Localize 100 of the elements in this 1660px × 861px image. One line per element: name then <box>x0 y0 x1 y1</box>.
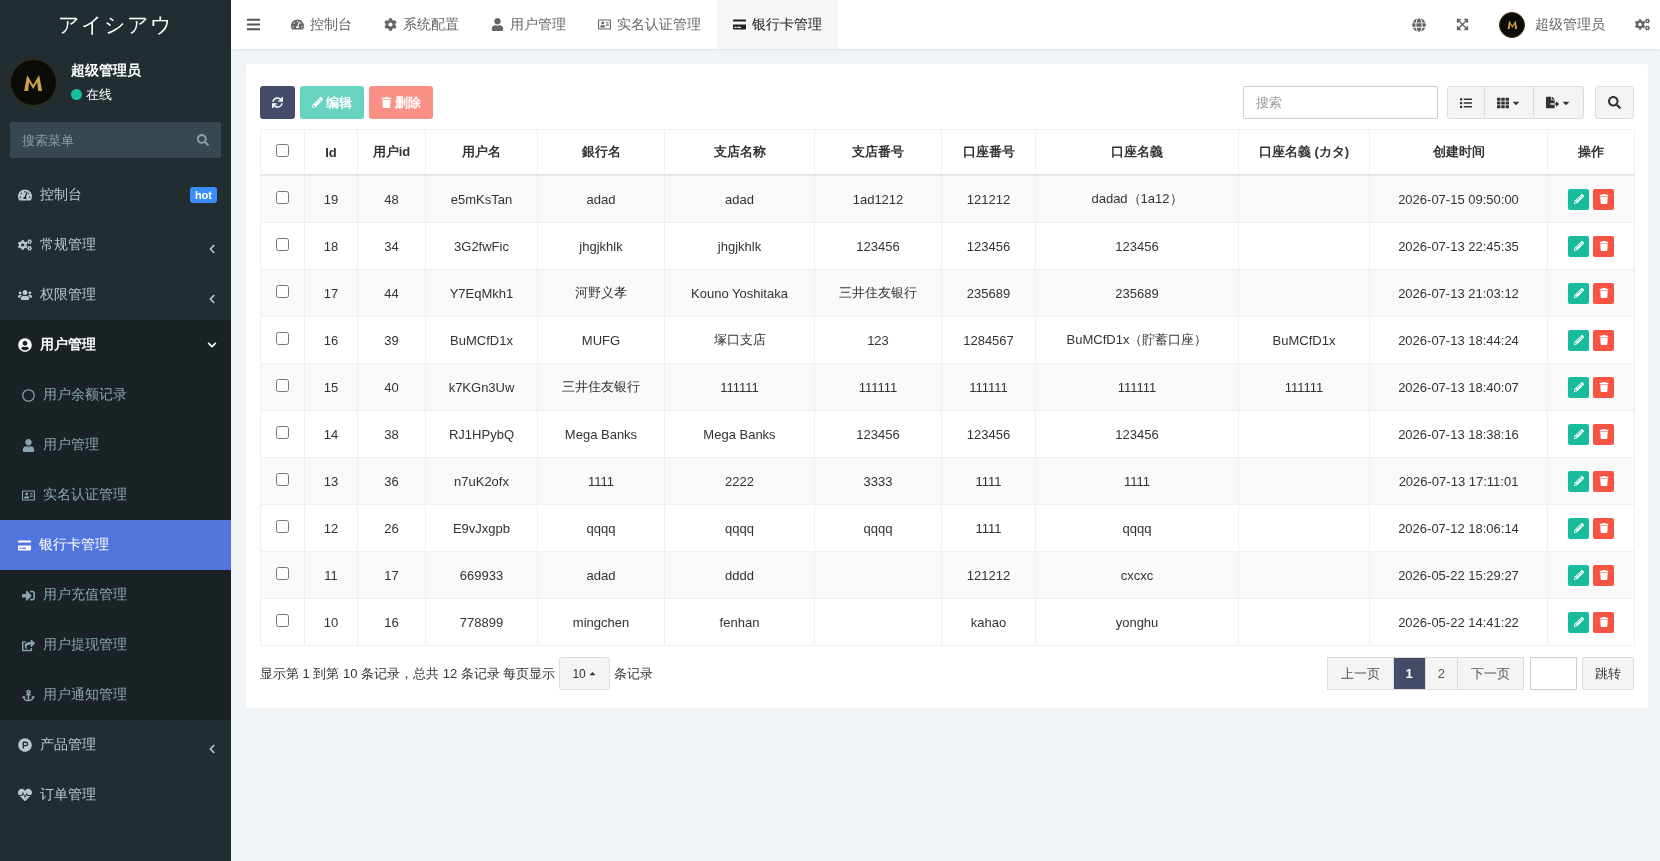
submenu-item[interactable]: 用户管理 <box>0 420 231 470</box>
edit-button[interactable] <box>1568 188 1589 210</box>
pencil-icon <box>1573 523 1584 533</box>
table-cell: 16 <box>304 316 358 364</box>
menu-item[interactable]: 常规管理 <box>0 220 231 270</box>
row-checkbox[interactable] <box>276 426 289 439</box>
hot-badge: hot <box>189 187 217 203</box>
edit-button[interactable] <box>1568 282 1589 304</box>
select-all-checkbox[interactable] <box>276 144 289 157</box>
delete-button[interactable] <box>1593 470 1614 492</box>
row-checkbox[interactable] <box>276 567 289 580</box>
nav-tab[interactable]: 控制台 <box>275 0 368 49</box>
delete-button[interactable] <box>1593 423 1614 445</box>
table-cell: 3333 <box>814 457 942 505</box>
edit-button[interactable] <box>1568 564 1589 586</box>
page-size-button[interactable]: 10 <box>559 657 610 690</box>
globe-icon[interactable] <box>1412 17 1426 32</box>
pencil-icon <box>1573 429 1584 439</box>
id-card-icon <box>22 488 35 502</box>
menu-item[interactable]: 用户管理 <box>0 320 231 370</box>
row-checkbox[interactable] <box>276 191 289 204</box>
row-checkbox[interactable] <box>276 520 289 533</box>
submenu-item[interactable]: 用户通知管理 <box>0 670 231 720</box>
table-cell: 11 <box>304 551 358 599</box>
next-page-button[interactable]: 下一页 <box>1457 657 1524 690</box>
table-cell: 2222 <box>664 457 815 505</box>
delete-button[interactable] <box>1593 611 1614 633</box>
nav-tab[interactable]: 银行卡管理 <box>717 0 838 49</box>
page-number-field[interactable] <box>1530 657 1577 690</box>
submenu-item[interactable]: 银行卡管理 <box>0 520 231 570</box>
row-checkbox[interactable] <box>276 238 289 251</box>
table-cell: 38 <box>357 410 426 458</box>
search-field[interactable]: 搜索 <box>1243 86 1438 119</box>
table-cell: qqqq <box>814 504 942 552</box>
table-cell: 河野义孝 <box>537 269 665 317</box>
row-checkbox[interactable] <box>276 614 289 627</box>
toggle-view-button[interactable] <box>1447 86 1485 119</box>
prev-page-button[interactable]: 上一页 <box>1326 657 1394 690</box>
edit-button[interactable] <box>1568 470 1589 492</box>
sign-in-icon <box>22 588 35 602</box>
edit-button[interactable] <box>1568 235 1589 257</box>
table-cell: 2026-07-15 09:50:00 <box>1369 175 1548 223</box>
delete-button[interactable] <box>1593 282 1614 304</box>
menu-item[interactable]: 产品管理 <box>0 720 231 770</box>
columns-button[interactable] <box>1484 86 1534 119</box>
submenu-item[interactable]: 用户提现管理 <box>0 620 231 670</box>
page-button[interactable]: 1 <box>1392 657 1426 690</box>
dashboard-icon <box>291 18 304 31</box>
table-cell: 235689 <box>941 269 1036 317</box>
table-cell: 123456 <box>1035 222 1239 270</box>
submenu-item[interactable]: 实名认证管理 <box>0 470 231 520</box>
edit-button[interactable] <box>1568 329 1589 351</box>
menu-icon[interactable] <box>245 17 261 32</box>
delete-button[interactable] <box>1593 329 1614 351</box>
delete-button[interactable] <box>1593 376 1614 398</box>
edit-button[interactable] <box>1568 423 1589 445</box>
submenu-item[interactable]: 用户充值管理 <box>0 570 231 620</box>
trash-icon <box>1598 241 1609 251</box>
table-cell: e5mKsTan <box>425 175 538 223</box>
nav-tab[interactable]: 系统配置 <box>368 0 475 49</box>
avatar <box>1499 11 1525 38</box>
nav-tab[interactable]: 用户管理 <box>475 0 582 49</box>
table-cell: 1111 <box>941 457 1036 505</box>
table-cell: 36 <box>357 457 426 505</box>
row-checkbox[interactable] <box>276 332 289 345</box>
fullscreen-icon[interactable] <box>1456 18 1469 31</box>
menu-item[interactable]: 控制台 hot <box>0 170 231 220</box>
list-icon <box>1460 96 1472 109</box>
edit-button[interactable] <box>1568 517 1589 539</box>
export-icon <box>1546 96 1559 109</box>
nav-tab[interactable]: 实名认证管理 <box>582 0 717 49</box>
table-cell: 13 <box>304 457 358 505</box>
refresh-button[interactable] <box>260 86 295 119</box>
edit-button[interactable] <box>1568 376 1589 398</box>
table-cell: yonghu <box>1035 598 1239 646</box>
row-checkbox[interactable] <box>276 285 289 298</box>
table-cell: mingchen <box>537 598 665 646</box>
delete-button[interactable] <box>1593 564 1614 586</box>
delete-button[interactable] <box>1593 517 1614 539</box>
export-button[interactable] <box>1533 86 1584 119</box>
edit-button[interactable] <box>1568 611 1589 633</box>
menu-item[interactable]: 权限管理 <box>0 270 231 320</box>
delete-button[interactable] <box>1593 235 1614 257</box>
chevron-down-icon <box>207 340 217 350</box>
trash-icon <box>1598 194 1609 204</box>
page-button[interactable]: 2 <box>1424 657 1458 690</box>
menu-search-field[interactable]: 搜索菜单 <box>10 122 221 158</box>
search-button[interactable] <box>1595 86 1634 119</box>
delete-button[interactable] <box>1593 188 1614 210</box>
trash-icon <box>1598 617 1609 627</box>
jump-button[interactable]: 跳转 <box>1582 657 1634 690</box>
settings-icon[interactable] <box>1635 17 1650 32</box>
row-checkbox[interactable] <box>276 379 289 392</box>
menu-item[interactable]: 订单管理 <box>0 770 231 820</box>
submenu-item[interactable]: 用户余额记录 <box>0 370 231 420</box>
row-checkbox[interactable] <box>276 473 289 486</box>
chevron-left-icon <box>207 244 217 254</box>
user-icon <box>491 18 504 31</box>
table-cell: 778899 <box>425 598 538 646</box>
header-user-name[interactable]: 超级管理员 <box>1535 15 1605 34</box>
